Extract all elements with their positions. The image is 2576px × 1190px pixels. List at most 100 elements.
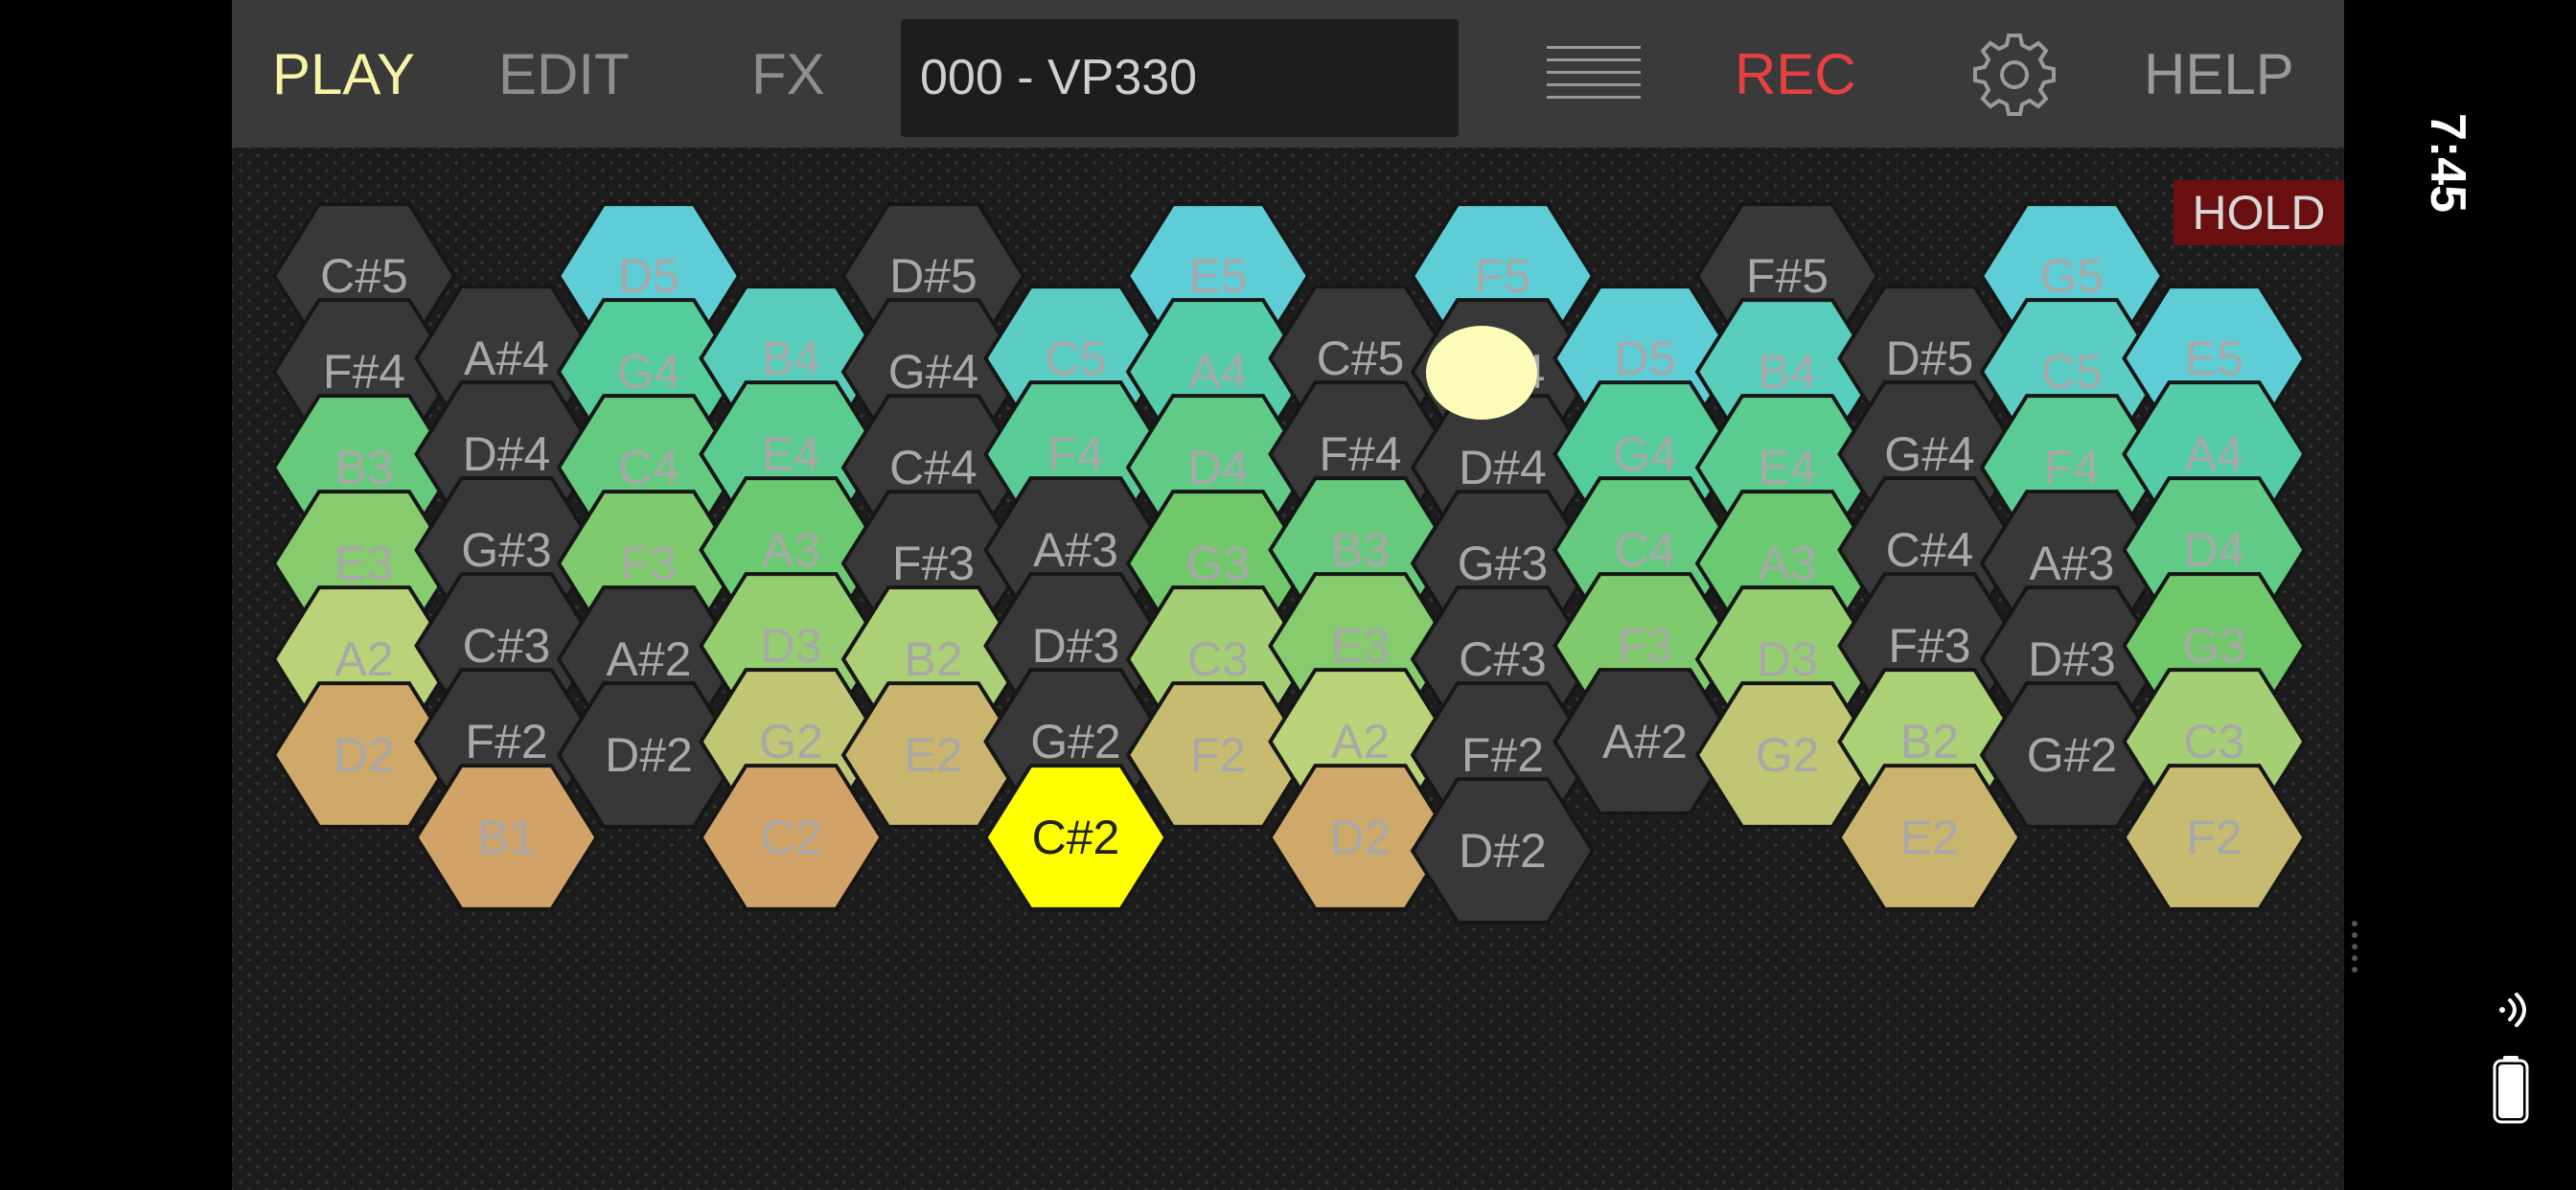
hex-key-label: F#5 bbox=[1746, 249, 1828, 303]
menu-icon[interactable] bbox=[1547, 46, 1641, 100]
hex-key-label: A#3 bbox=[2030, 537, 2115, 590]
wifi-icon bbox=[2499, 993, 2526, 1027]
hex-key-label: C3 bbox=[1187, 632, 1249, 686]
gear-icon[interactable] bbox=[1966, 33, 2062, 119]
drag-handle-icon bbox=[2352, 921, 2358, 973]
hex-key-label: G2 bbox=[759, 715, 823, 768]
hex-key-label: F3 bbox=[621, 537, 677, 590]
tab-play[interactable]: PLAY bbox=[272, 36, 415, 113]
hex-key-label: C#3 bbox=[463, 619, 551, 673]
hex-key-label: E2 bbox=[1900, 811, 1959, 864]
hex-key-label: B4 bbox=[1758, 345, 1816, 399]
hex-key-label: C#3 bbox=[1459, 632, 1547, 686]
hex-key-label: C#4 bbox=[889, 441, 978, 494]
hex-key-label: D3 bbox=[761, 619, 822, 673]
hex-key-label: G3 bbox=[1186, 537, 1251, 590]
hex-key-label: C4 bbox=[618, 441, 679, 494]
hex-key-label: A4 bbox=[1188, 345, 1247, 399]
hex-key-label: C5 bbox=[2041, 345, 2103, 399]
hex-key-label: F3 bbox=[1617, 619, 1672, 673]
hex-key-label: D#4 bbox=[1459, 441, 1547, 494]
hex-key-label: G#2 bbox=[1030, 715, 1121, 768]
hex-key-label: B2 bbox=[1900, 715, 1959, 768]
hex-key-label: G4 bbox=[617, 345, 681, 399]
hex-keyboard-svg: C#5 F#4 B3 E3 A2 D2 A#4 D#4 G#3 C#3 F#2 B1 D5 G4 C4 F3 A… bbox=[271, 202, 2307, 925]
hex-key-label: B2 bbox=[904, 632, 962, 686]
battery-icon bbox=[2493, 1056, 2529, 1124]
hex-key-label: D3 bbox=[1757, 632, 1818, 686]
top-toolbar: PLAY EDIT FX 000 - VP330 REC HELP bbox=[232, 0, 2344, 148]
hex-key-label: G#2 bbox=[2027, 728, 2118, 782]
hex-key-label: D#4 bbox=[463, 427, 551, 481]
hex-key-label: F4 bbox=[1047, 427, 1103, 481]
hex-key-label: E3 bbox=[334, 537, 393, 590]
hex-key-label: C#5 bbox=[320, 249, 408, 303]
hex-key-label: B3 bbox=[1331, 523, 1390, 577]
hex-key-label: G#4 bbox=[1884, 427, 1975, 481]
hex-key-label: B4 bbox=[762, 332, 820, 385]
hex-key-label: G4 bbox=[1613, 427, 1677, 481]
hex-key-label: F#4 bbox=[1319, 427, 1401, 481]
hex-keyboard: C#5 F#4 B3 E3 A2 D2 A#4 D#4 G#3 C#3 F#2 B1 D5 G4 C4 F3 A… bbox=[232, 148, 2344, 1190]
hex-key-label: D4 bbox=[1187, 441, 1249, 494]
hex-key-label: G5 bbox=[2040, 249, 2104, 303]
hex-key-label: D5 bbox=[1615, 332, 1676, 385]
hex-key-label: F2 bbox=[1190, 728, 1246, 782]
hex-key-label: E4 bbox=[762, 427, 820, 481]
hex-key-label: G#3 bbox=[1458, 537, 1549, 590]
hex-key-label: D#2 bbox=[605, 728, 693, 782]
hex-key-label: E3 bbox=[1331, 619, 1390, 673]
tab-fx[interactable]: FX bbox=[751, 36, 825, 113]
hex-key-label: D2 bbox=[1330, 811, 1392, 864]
hex-key-label: G#4 bbox=[888, 345, 979, 399]
patch-selector[interactable]: 000 - VP330 bbox=[901, 19, 1459, 137]
hex-key-label: F#3 bbox=[892, 537, 975, 590]
hex-key-label: A#2 bbox=[1602, 715, 1688, 768]
hex-key-label: D#3 bbox=[1032, 619, 1120, 673]
status-time: 7:45 bbox=[2420, 112, 2475, 214]
hex-key-label: F#2 bbox=[1461, 728, 1544, 782]
hex-key-label: D5 bbox=[618, 249, 679, 303]
hex-key-label: D#5 bbox=[889, 249, 978, 303]
hex-key-label: G#3 bbox=[461, 523, 552, 577]
hex-key-label: A#4 bbox=[1460, 345, 1546, 399]
hex-key-label: A2 bbox=[334, 632, 393, 686]
hex-key-label: A#3 bbox=[1033, 523, 1118, 577]
hex-key-label: A2 bbox=[1331, 715, 1390, 768]
hex-key-label: B3 bbox=[334, 441, 393, 494]
hex-key-label: A#2 bbox=[607, 632, 692, 686]
hex-key-label: C5 bbox=[1046, 332, 1107, 385]
hex-key-label: F#2 bbox=[465, 715, 547, 768]
hex-key-label: E4 bbox=[1758, 441, 1816, 494]
hold-button[interactable]: HOLD bbox=[2174, 180, 2344, 245]
hex-key-label: E5 bbox=[2185, 332, 2243, 385]
hex-key-label: G2 bbox=[1756, 728, 1820, 782]
hex-key-label: F#4 bbox=[323, 345, 405, 399]
hex-key-label: F#3 bbox=[1888, 619, 1970, 673]
hex-key-label: A4 bbox=[2185, 427, 2243, 481]
hex-key-label: F5 bbox=[1475, 249, 1530, 303]
hex-key-label: C#2 bbox=[1032, 811, 1120, 864]
hex-key-label: E5 bbox=[1188, 249, 1247, 303]
record-button[interactable]: REC bbox=[1735, 36, 1856, 113]
hex-key-label: G3 bbox=[2182, 619, 2246, 673]
hex-key-label: C4 bbox=[1615, 523, 1676, 577]
hex-key-label: F4 bbox=[2044, 441, 2100, 494]
hex-key-label: A#4 bbox=[464, 332, 549, 385]
hex-key-label: A3 bbox=[762, 523, 820, 577]
hex-key-label: D4 bbox=[2184, 523, 2245, 577]
app: PLAY EDIT FX 000 - VP330 REC HELP C#5 F#4… bbox=[232, 0, 2344, 1190]
hex-key-label: F2 bbox=[2186, 811, 2242, 864]
hex-key-label: B1 bbox=[477, 811, 536, 864]
hex-key-label: E2 bbox=[904, 728, 962, 782]
hex-key-label: C#5 bbox=[1317, 332, 1405, 385]
hex-key-label: D#5 bbox=[1886, 332, 1974, 385]
help-button[interactable]: HELP bbox=[2144, 36, 2294, 113]
hex-key-label: C3 bbox=[2184, 715, 2245, 768]
hex-key-label: D#2 bbox=[1459, 824, 1547, 878]
hex-key-label: C#4 bbox=[1886, 523, 1974, 577]
tab-edit[interactable]: EDIT bbox=[498, 36, 630, 113]
hex-key-label: C2 bbox=[761, 811, 822, 864]
hex-key-label: A3 bbox=[1758, 537, 1816, 590]
hex-key-label: D#3 bbox=[2028, 632, 2116, 686]
